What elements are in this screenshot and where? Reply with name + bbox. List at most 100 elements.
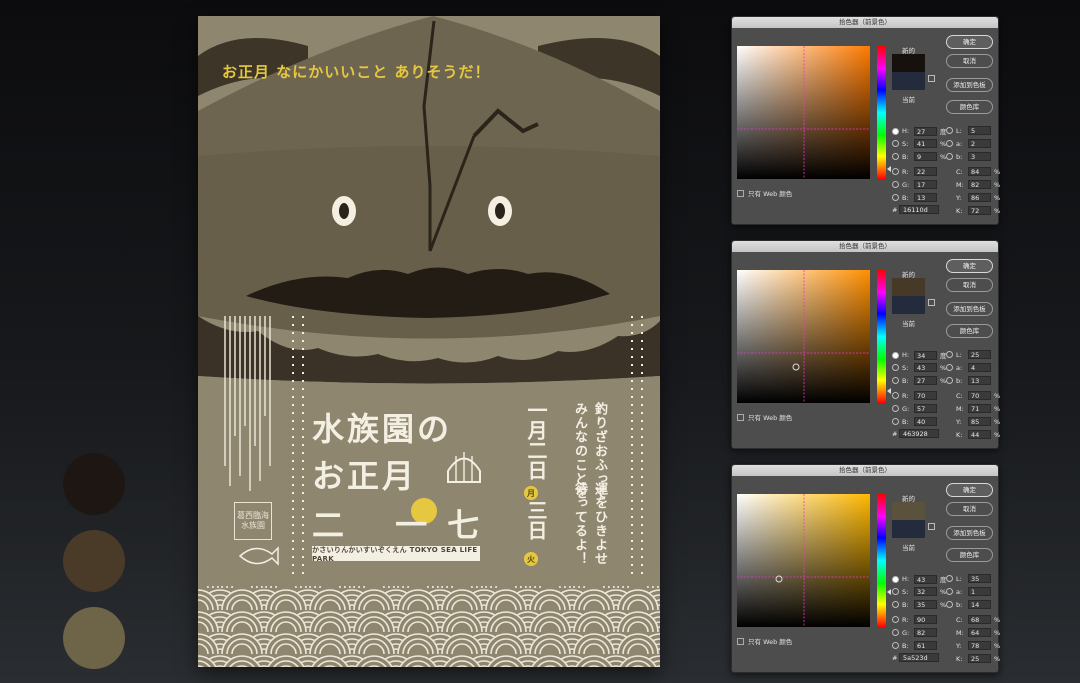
- lab-b-radio[interactable]: [946, 153, 953, 160]
- brightness-radio[interactable]: [892, 601, 899, 608]
- picker-titlebar[interactable]: 拾色器（前景色）: [732, 465, 998, 476]
- green-input[interactable]: 57: [914, 404, 937, 413]
- hex-input[interactable]: 5a523d: [899, 653, 939, 662]
- hex-input[interactable]: 16110d: [899, 205, 939, 214]
- hue-slider-handle[interactable]: [887, 589, 891, 595]
- brightness-input[interactable]: 9: [914, 152, 937, 161]
- hue-radio[interactable]: [892, 351, 899, 359]
- red-input[interactable]: 90: [914, 615, 937, 624]
- add-to-swatches-button[interactable]: 添加到色板: [946, 302, 993, 316]
- cyan-input[interactable]: 84: [968, 167, 991, 176]
- current-color-swatch[interactable]: [892, 296, 925, 314]
- magenta-input[interactable]: 82: [968, 180, 991, 189]
- web-safe-warning-icon[interactable]: [928, 523, 935, 530]
- checkbox-icon[interactable]: [737, 637, 744, 645]
- green-input[interactable]: 17: [914, 180, 937, 189]
- cancel-button[interactable]: 取消: [946, 54, 993, 68]
- blue-input[interactable]: 61: [914, 641, 937, 650]
- ok-button[interactable]: 确定: [946, 483, 993, 497]
- lab-b-input[interactable]: 14: [968, 600, 991, 609]
- checkbox-icon[interactable]: [737, 413, 744, 421]
- hue-radio[interactable]: [892, 127, 899, 135]
- picker-titlebar[interactable]: 拾色器（前景色）: [732, 17, 998, 28]
- saturation-input[interactable]: 41: [914, 139, 937, 148]
- hue-input[interactable]: 34: [914, 350, 937, 360]
- hue-input[interactable]: 27: [914, 126, 937, 136]
- web-colors-only-checkbox[interactable]: 只有 Web 颜色: [737, 188, 792, 198]
- magenta-input[interactable]: 64: [968, 628, 991, 637]
- ok-button[interactable]: 确定: [946, 259, 993, 273]
- web-safe-warning-icon[interactable]: [928, 299, 935, 306]
- add-to-swatches-button[interactable]: 添加到色板: [946, 526, 993, 540]
- brightness-input[interactable]: 27: [914, 376, 937, 385]
- web-safe-warning-icon[interactable]: [928, 75, 935, 82]
- web-colors-only-checkbox[interactable]: 只有 Web 颜色: [737, 412, 792, 422]
- black-input[interactable]: 72: [968, 206, 991, 215]
- red-radio[interactable]: [892, 392, 899, 399]
- blue-radio[interactable]: [892, 642, 899, 649]
- saturation-radio[interactable]: [892, 588, 899, 595]
- saturation-field[interactable]: [737, 270, 870, 403]
- red-radio[interactable]: [892, 168, 899, 175]
- green-radio[interactable]: [892, 629, 899, 636]
- saturation-field[interactable]: [737, 494, 870, 627]
- hex-input[interactable]: 463928: [899, 429, 939, 438]
- hue-slider-handle[interactable]: [887, 166, 891, 172]
- lab-b-radio[interactable]: [946, 377, 953, 384]
- red-input[interactable]: 22: [914, 167, 937, 176]
- cancel-button[interactable]: 取消: [946, 502, 993, 516]
- picker-titlebar[interactable]: 拾色器（前景色）: [732, 241, 998, 252]
- saturation-field[interactable]: [737, 46, 870, 179]
- lab-a-radio[interactable]: [946, 588, 953, 595]
- brightness-radio[interactable]: [892, 153, 899, 160]
- blue-input[interactable]: 40: [914, 417, 937, 426]
- cancel-button[interactable]: 取消: [946, 278, 993, 292]
- hue-slider-handle[interactable]: [887, 388, 891, 394]
- green-radio[interactable]: [892, 405, 899, 412]
- hue-slider[interactable]: [877, 46, 886, 179]
- lab-b-radio[interactable]: [946, 601, 953, 608]
- current-color-swatch[interactable]: [892, 520, 925, 538]
- lab-l-radio[interactable]: [946, 127, 953, 134]
- saturation-input[interactable]: 32: [914, 587, 937, 596]
- hue-slider[interactable]: [877, 494, 886, 627]
- hue-input[interactable]: 43: [914, 574, 937, 584]
- saturation-radio[interactable]: [892, 364, 899, 371]
- cyan-input[interactable]: 70: [968, 391, 991, 400]
- color-libraries-button[interactable]: 颜色库: [946, 100, 993, 114]
- black-input[interactable]: 44: [968, 430, 991, 439]
- saturation-input[interactable]: 43: [914, 363, 937, 372]
- lab-l-input[interactable]: 5: [968, 126, 991, 135]
- lab-l-radio[interactable]: [946, 351, 953, 358]
- hue-slider[interactable]: [877, 270, 886, 403]
- green-radio[interactable]: [892, 181, 899, 188]
- lab-a-radio[interactable]: [946, 364, 953, 371]
- magenta-input[interactable]: 71: [968, 404, 991, 413]
- hue-radio[interactable]: [892, 575, 899, 583]
- current-color-swatch[interactable]: [892, 72, 925, 90]
- brightness-input[interactable]: 35: [914, 600, 937, 609]
- lab-a-input[interactable]: 1: [968, 587, 991, 596]
- lab-b-input[interactable]: 13: [968, 376, 991, 385]
- web-colors-only-checkbox[interactable]: 只有 Web 颜色: [737, 636, 792, 646]
- yellow-input[interactable]: 86: [968, 193, 991, 202]
- saturation-radio[interactable]: [892, 140, 899, 147]
- lab-a-radio[interactable]: [946, 140, 953, 147]
- lab-b-input[interactable]: 3: [968, 152, 991, 161]
- black-input[interactable]: 25: [968, 654, 991, 663]
- color-libraries-button[interactable]: 颜色库: [946, 324, 993, 338]
- lab-l-input[interactable]: 25: [968, 350, 991, 359]
- yellow-input[interactable]: 78: [968, 641, 991, 650]
- yellow-input[interactable]: 85: [968, 417, 991, 426]
- blue-input[interactable]: 13: [914, 193, 937, 202]
- red-radio[interactable]: [892, 616, 899, 623]
- lab-l-input[interactable]: 35: [968, 574, 991, 583]
- green-input[interactable]: 82: [914, 628, 937, 637]
- red-input[interactable]: 70: [914, 391, 937, 400]
- blue-radio[interactable]: [892, 418, 899, 425]
- ok-button[interactable]: 确定: [946, 35, 993, 49]
- lab-a-input[interactable]: 2: [968, 139, 991, 148]
- blue-radio[interactable]: [892, 194, 899, 201]
- checkbox-icon[interactable]: [737, 189, 744, 197]
- color-libraries-button[interactable]: 颜色库: [946, 548, 993, 562]
